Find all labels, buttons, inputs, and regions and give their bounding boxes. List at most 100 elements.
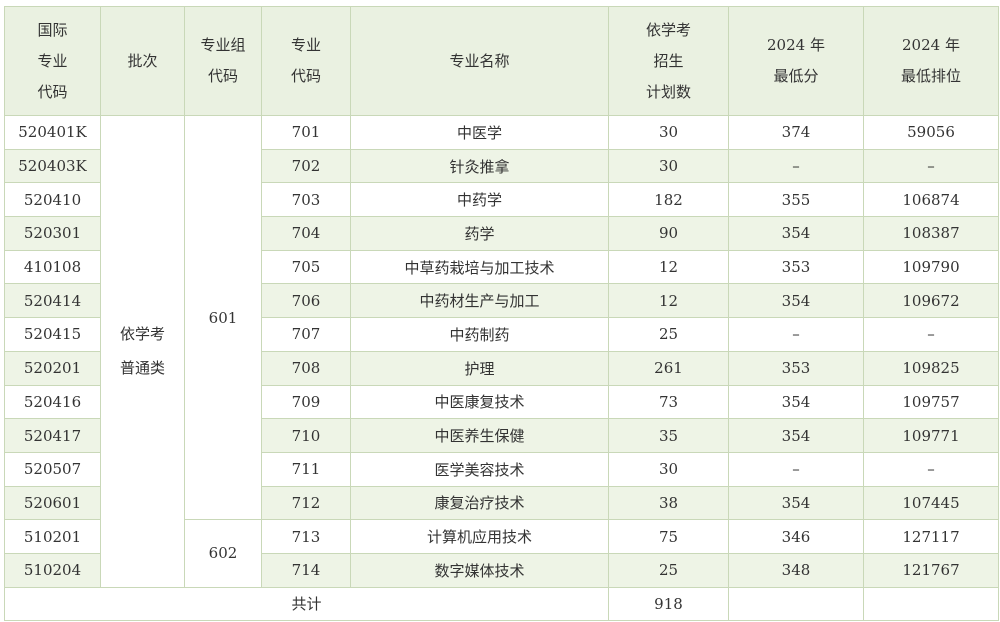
cell-min-rank: – <box>863 148 999 184</box>
header-intl-code: 国际 专业 代码 <box>4 6 101 116</box>
cell-major-code: 709 <box>261 384 351 420</box>
cell-major-name: 数字媒体技术 <box>350 552 609 588</box>
header-line: 代码 <box>207 67 238 85</box>
header-line: 专业组 <box>200 36 246 54</box>
cell-min-rank: – <box>863 451 999 487</box>
cell-min-score: 374 <box>728 115 864 150</box>
cell-major-code: 704 <box>261 216 351 251</box>
cell-major-name: 针灸推拿 <box>350 148 609 184</box>
cell-min-rank: 127117 <box>863 519 999 554</box>
cell-plan: 30 <box>608 148 729 184</box>
cell-intl-code: 520416 <box>4 384 101 420</box>
cell-intl-code: 520301 <box>4 216 101 251</box>
header-major-name: 专业名称 <box>350 6 609 116</box>
cell-major-code: 712 <box>261 485 351 521</box>
cell-major-name: 药学 <box>350 216 609 251</box>
cell-min-rank: 109790 <box>863 249 999 285</box>
cell-major-code: 705 <box>261 249 351 285</box>
cell-min-score: 355 <box>728 182 864 218</box>
cell-major-code: 703 <box>261 182 351 218</box>
cell-intl-code: 520415 <box>4 317 101 352</box>
cell-plan: 182 <box>608 182 729 218</box>
cell-major-code: 711 <box>261 451 351 487</box>
cell-intl-code: 520417 <box>4 418 101 453</box>
cell-min-score: 354 <box>728 418 864 453</box>
cell-intl-code: 410108 <box>4 249 101 285</box>
cell-major-code: 701 <box>261 115 351 150</box>
cell-intl-code: 520201 <box>4 350 101 386</box>
cell-min-rank: 109771 <box>863 418 999 453</box>
cell-min-rank: 109757 <box>863 384 999 420</box>
table-header: 国际 专业 代码 批次 专业组 代码 专业 代码 专业名称 依学考 招生 计划数 2024 … <box>4 6 999 116</box>
table-body: 520401K 依学考 普通类 601 701 中医学 30 374 59056 520403K 7… <box>4 114 999 621</box>
cell-plan: 75 <box>608 519 729 554</box>
cell-major-code: 702 <box>261 148 351 184</box>
cell-min-score: – <box>728 451 864 487</box>
header-major-code: 专业 代码 <box>261 6 351 116</box>
cell-min-score: 354 <box>728 485 864 521</box>
cell-major-name: 中医康复技术 <box>350 384 609 420</box>
cell-min-rank: 109825 <box>863 350 999 386</box>
cell-min-score: 354 <box>728 216 864 251</box>
cell-plan: 30 <box>608 115 729 150</box>
cell-major-name: 中药学 <box>350 182 609 218</box>
cell-intl-code: 520601 <box>4 485 101 521</box>
header-group-code: 专业组 代码 <box>184 6 262 116</box>
header-line: 招生 <box>653 51 684 70</box>
cell-major-name: 中药制药 <box>350 317 609 352</box>
cell-total-empty-rank <box>863 586 999 621</box>
header-batch: 批次 <box>100 6 185 116</box>
cell-major-code: 706 <box>261 283 351 319</box>
header-line: 2024 年 <box>767 36 825 54</box>
cell-min-rank: 121767 <box>863 552 999 588</box>
cell-plan: 30 <box>608 451 729 487</box>
admission-table-container: 国际 专业 代码 批次 专业组 代码 专业 代码 专业名称 依学考 招生 计划数 2024 … <box>4 6 999 621</box>
cell-group-code: 601 <box>184 114 262 521</box>
cell-batch: 依学考 普通类 <box>100 115 185 588</box>
header-line: 国际 <box>37 20 68 39</box>
header-line: 2024 年 <box>902 36 960 54</box>
cell-min-rank: 59056 <box>863 115 999 150</box>
total-row: 共计 918 <box>4 586 999 621</box>
cell-intl-code: 520414 <box>4 283 101 319</box>
header-line: 专业 <box>290 36 321 54</box>
batch-line: 普通类 <box>119 359 165 378</box>
cell-plan: 35 <box>608 418 729 453</box>
cell-intl-code: 510204 <box>4 552 101 588</box>
header-line: 专业名称 <box>449 51 510 70</box>
cell-intl-code: 520401K <box>4 115 101 150</box>
cell-min-score: 354 <box>728 283 864 319</box>
cell-intl-code: 510201 <box>4 519 101 554</box>
cell-major-name: 康复治疗技术 <box>350 485 609 521</box>
header-line: 代码 <box>37 82 68 101</box>
cell-major-name: 中医养生保健 <box>350 418 609 453</box>
cell-min-score: 353 <box>728 350 864 386</box>
cell-min-score: 353 <box>728 249 864 285</box>
cell-plan: 25 <box>608 317 729 352</box>
cell-plan: 25 <box>608 552 729 588</box>
cell-major-name: 中药材生产与加工 <box>350 283 609 319</box>
cell-intl-code: 520403K <box>4 148 101 184</box>
cell-major-code: 710 <box>261 418 351 453</box>
cell-plan: 73 <box>608 384 729 420</box>
header-min-score: 2024 年最低分 <box>728 6 864 116</box>
cell-min-rank: – <box>863 317 999 352</box>
header-line: 最低排位 <box>900 67 961 85</box>
cell-major-code: 707 <box>261 317 351 352</box>
header-line: 批次 <box>127 51 158 70</box>
table-row: 520401K 依学考 普通类 601 701 中医学 30 374 59056 <box>4 114 999 588</box>
header-line: 依学考 <box>645 20 691 39</box>
cell-plan: 261 <box>608 350 729 386</box>
cell-major-name: 中草药栽培与加工技术 <box>350 249 609 285</box>
cell-min-rank: 107445 <box>863 485 999 521</box>
header-line: 计划数 <box>645 82 691 101</box>
cell-min-score: – <box>728 148 864 184</box>
cell-plan: 38 <box>608 485 729 521</box>
cell-major-code: 714 <box>261 552 351 588</box>
cell-major-name: 医学美容技术 <box>350 451 609 487</box>
header-line: 专业 <box>37 51 68 70</box>
admission-plan-table: 国际 专业 代码 批次 专业组 代码 专业 代码 专业名称 依学考 招生 计划数 2024 … <box>4 6 999 621</box>
cell-min-score: 354 <box>728 384 864 420</box>
cell-major-name: 计算机应用技术 <box>350 519 609 554</box>
cell-major-code: 708 <box>261 350 351 386</box>
